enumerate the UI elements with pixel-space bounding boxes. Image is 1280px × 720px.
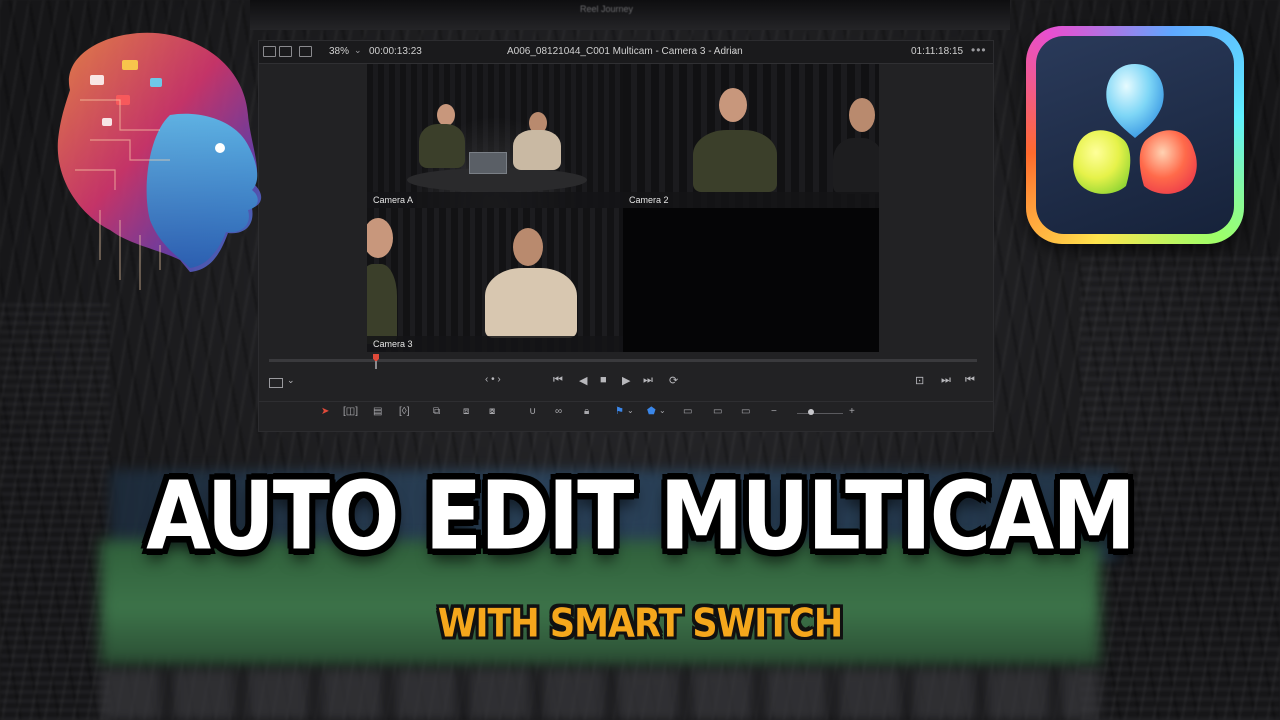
flag-chevron-down-icon[interactable]: ⌄ — [627, 406, 634, 415]
flag-icon[interactable]: ⚑ — [615, 406, 624, 417]
insert-clip-icon[interactable]: ⧉ — [433, 406, 440, 417]
zoom-full-icon[interactable]: ▭ — [683, 406, 692, 417]
clip-title-chevron-down-icon[interactable]: ⌄ — [731, 45, 739, 56]
zoom-in-icon[interactable]: + — [849, 406, 855, 417]
zoom-detail-icon[interactable]: ▭ — [713, 406, 722, 417]
zoom-chevron-down-icon[interactable]: ⌄ — [354, 45, 362, 56]
zoom-level[interactable]: 38% — [329, 46, 349, 57]
ai-brain-illustration — [57, 32, 262, 290]
linked-selection-icon[interactable]: ∞ — [555, 406, 562, 417]
multicam-viewer-panel: 38% ⌄ 00:00:13:23 A006_08121044_C001 Mul… — [258, 40, 994, 432]
marker-icon[interactable]: ⬟ — [647, 406, 656, 417]
background-project-title: Reel Journey — [580, 4, 634, 14]
laptop — [469, 152, 507, 174]
loop-icon[interactable]: ⟳ — [669, 374, 678, 387]
zoom-slider-handle[interactable] — [808, 409, 814, 415]
angle-label: Camera A — [367, 192, 623, 208]
eye — [215, 143, 225, 153]
angle-label: Camera 2 — [623, 192, 879, 208]
headline-title: AUTO EDIT MULTICAM — [146, 461, 1136, 571]
edit-toolbar: ➤ [◫] ▤ [◊] ⧉ ⧈ ⧇ ∪ ∞ 🔒︎ ⚑ ⌄ ⬟ ⌄ ▭ ▭ ▭ −… — [259, 401, 993, 424]
play-reverse-icon[interactable]: ◀ — [579, 374, 587, 387]
blade-tool-icon[interactable]: [◊] — [399, 406, 410, 417]
angle-empty[interactable] — [623, 208, 879, 352]
background-bottom-toolbar — [100, 670, 1100, 720]
snapping-icon[interactable]: ∪ — [529, 406, 536, 417]
zoom-out-icon[interactable]: − — [771, 406, 777, 417]
multicam-angle-grid: Camera A Camera 2 Camera 3 — [367, 64, 879, 352]
viewer-header: 38% ⌄ 00:00:13:23 A006_08121044_C001 Mul… — [259, 41, 993, 64]
next-edit-icon[interactable]: ⏭ — [941, 374, 951, 387]
davinci-resolve-logo — [1026, 26, 1244, 244]
jog-control[interactable]: ‹ • › — [485, 374, 501, 385]
viewer-mode-chevron-down-icon[interactable]: ⌄ — [287, 375, 295, 386]
first-frame-icon[interactable]: ⏮ — [553, 374, 563, 387]
playhead-stem — [375, 361, 377, 369]
stop-icon[interactable]: ■ — [600, 374, 607, 386]
dual-viewer-icon[interactable] — [279, 46, 292, 57]
marker-chevron-down-icon[interactable]: ⌄ — [659, 406, 666, 415]
viewer-mode-icon[interactable] — [269, 378, 283, 388]
angle-camera-a[interactable]: Camera A — [367, 64, 623, 208]
viewer-layout-icon[interactable] — [299, 46, 312, 57]
source-timecode: 00:00:13:23 — [369, 46, 422, 57]
resolve-petals-icon — [1073, 64, 1197, 194]
position-lock-icon[interactable]: 🔒︎ — [584, 406, 589, 417]
headline-subtitle: WITH SMART SWITCH — [437, 601, 843, 647]
last-frame-icon[interactable]: ⏭ — [643, 374, 653, 387]
clip-title[interactable]: A006_08121044_C001 Multicam - Camera 3 -… — [507, 46, 743, 57]
angle-label: Camera 3 — [367, 336, 623, 352]
overwrite-clip-icon[interactable]: ⧈ — [463, 406, 469, 417]
angle-camera-2[interactable]: Camera 2 — [623, 64, 879, 208]
more-options-icon[interactable]: ••• — [971, 43, 987, 57]
dynamic-trim-icon[interactable]: ▤ — [373, 406, 382, 417]
replace-clip-icon[interactable]: ⧇ — [489, 406, 495, 417]
selection-tool-icon[interactable]: ➤ — [321, 406, 329, 417]
match-frame-icon[interactable]: ⊡ — [915, 374, 924, 387]
zoom-slider-track[interactable] — [797, 413, 843, 414]
background-title-bar: Reel Journey — [250, 0, 1010, 30]
previous-edit-icon[interactable]: ⏮ — [965, 374, 975, 387]
zoom-custom-icon[interactable]: ▭ — [741, 406, 750, 417]
play-icon[interactable]: ▶ — [622, 374, 630, 387]
trim-tool-icon[interactable]: [◫] — [343, 406, 358, 417]
angle-camera-3[interactable]: Camera 3 — [367, 208, 623, 352]
transport-controls: ⌄ ‹ • › ⏮ ◀ ■ ▶ ⏭ ⟳ ⊡ ⏭ ⏮ — [259, 374, 993, 392]
record-timecode: 01:11:18:15 — [911, 46, 964, 57]
